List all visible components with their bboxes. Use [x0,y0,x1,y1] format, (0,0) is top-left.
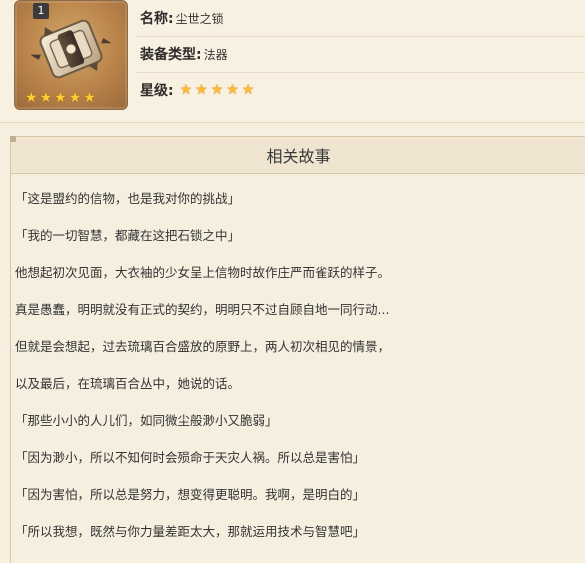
name-value: 尘世之锁 [175,11,224,26]
weapon-detail-page: 1 ★ ★ ★ ★ ★ 名称: 尘世之锁 装备类型: 法器 星级: ★ ★ ★ … [0,0,585,563]
star-icon: ★ [226,82,239,98]
story-line: 「因为渺小，所以不知何时会殒命于天灾人祸。所以总是害怕」 [15,450,366,465]
story-line: 「这是盟约的信物，也是我对你的挑战」 [15,191,241,206]
story-line: 真是愚蠢，明明就没有正式的契约，明明只不过自顾自地一同行动... [15,302,390,317]
type-label: 装备类型: [140,47,202,63]
type-row: 装备类型: 法器 [136,36,585,73]
story-line: 「所以我想，既然与你力量差距太大，那就运用技术与智慧吧」 [15,524,366,539]
item-star-row: ★ ★ ★ ★ ★ [25,91,96,105]
story-line: 「那些小小的人儿们，如同微尘般渺小又脆弱」 [15,413,278,428]
rarity-stars: ★ ★ ★ ★ ★ [180,83,255,97]
star-icon: ★ [68,90,82,106]
stone-lock-catalyst-icon [31,19,111,79]
story-panel: 相关故事 「这是盟约的信物，也是我对你的挑战」 「我的一切智慧，都藏在这把石锁之… [10,136,585,563]
star-icon: ★ [54,90,67,106]
star-icon: ★ [179,82,193,98]
story-line: 但就是会想起，过去琉璃百合盛放的原野上，两人初次相见的情景， [15,339,391,354]
story-line: 「因为害怕，所以总是努力，想变得更聪明。我啊，是明白的」 [15,487,366,502]
item-info-section: 1 ★ ★ ★ ★ ★ 名称: 尘世之锁 装备类型: 法器 星级: ★ ★ ★ … [0,0,585,123]
story-title: 相关故事 [10,136,585,174]
item-thumbnail: 1 ★ ★ ★ ★ ★ [14,0,128,110]
story-line: 以及最后，在琉璃百合丛中，她说的话。 [15,376,241,391]
story-line: 「我的一切智慧，都藏在这把石锁之中」 [15,228,241,243]
star-icon: ★ [25,90,38,106]
rarity-row: 星级: ★ ★ ★ ★ ★ [136,72,585,108]
rarity-label: 星级: [140,83,174,99]
star-icon: ★ [83,90,96,106]
name-label: 名称: [140,11,174,27]
star-icon: ★ [39,90,53,106]
star-icon: ★ [195,82,208,98]
name-row: 名称: 尘世之锁 [136,0,585,37]
story-line: 他想起初次见面，大衣袖的少女呈上信物时故作庄严而雀跃的样子。 [15,265,391,280]
star-icon: ★ [210,82,224,98]
type-value: 法器 [203,47,228,62]
star-icon: ★ [241,82,255,98]
story-lines: 「这是盟约的信物，也是我对你的挑战」 「我的一切智慧，都藏在这把石锁之中」 他想… [15,179,575,549]
